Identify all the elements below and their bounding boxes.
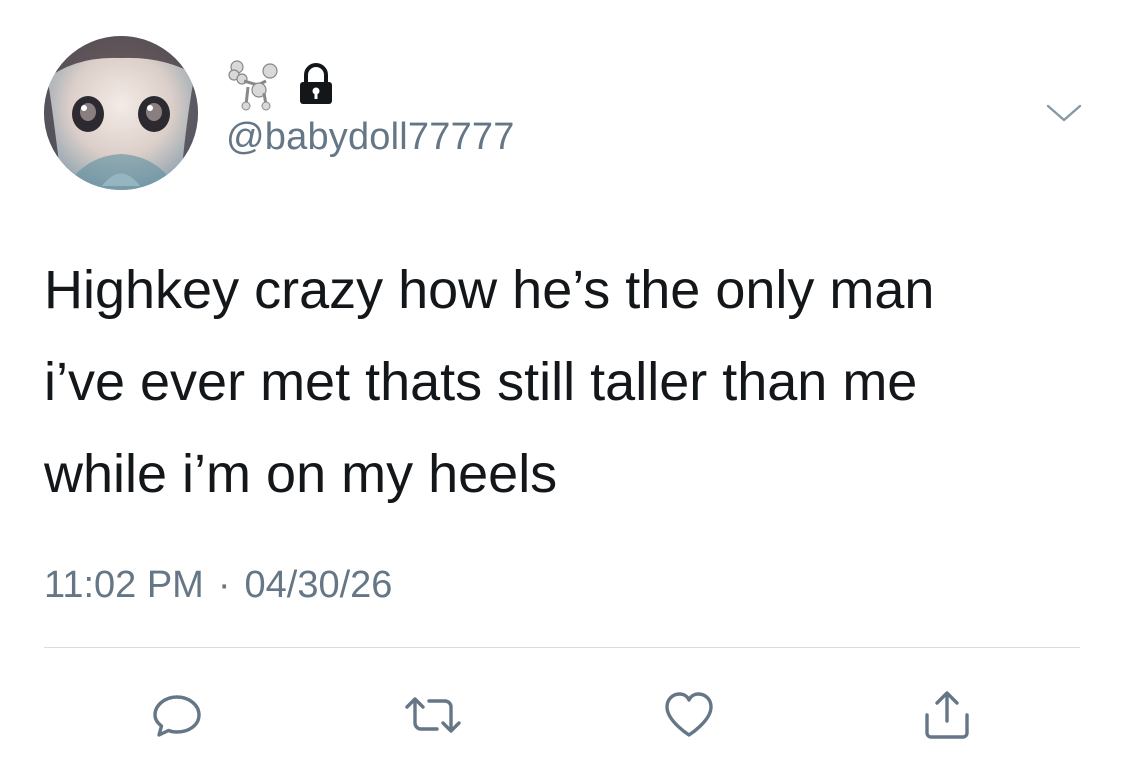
chevron-down-icon[interactable]: [1044, 96, 1084, 128]
avatar-image: [44, 36, 198, 190]
divider: [44, 647, 1080, 648]
like-button[interactable]: [654, 680, 724, 750]
tweet-card: @babydoll77777 Highkey crazy how he’s th…: [0, 0, 1125, 781]
heart-icon: [661, 687, 717, 743]
avatar[interactable]: [44, 36, 198, 190]
action-bar: [0, 680, 1125, 750]
lock-icon: [294, 62, 338, 106]
share-icon: [919, 687, 975, 743]
tweet-timestamp: 11:02 PM · 04/30/26: [44, 564, 392, 607]
share-button[interactable]: [912, 680, 982, 750]
display-name[interactable]: [226, 56, 338, 112]
tweet-date: 04/30/26: [244, 564, 393, 606]
reply-button[interactable]: [142, 680, 212, 750]
timestamp-separator: ·: [217, 564, 231, 606]
poodle-icon: [226, 57, 280, 111]
user-handle[interactable]: @babydoll77777: [226, 116, 515, 159]
tweet-time: 11:02 PM: [44, 564, 204, 606]
retweet-icon: [401, 687, 465, 743]
retweet-button[interactable]: [398, 680, 468, 750]
reply-icon: [149, 687, 205, 743]
tweet-text: Highkey crazy how he’s the only man i’ve…: [44, 260, 935, 504]
